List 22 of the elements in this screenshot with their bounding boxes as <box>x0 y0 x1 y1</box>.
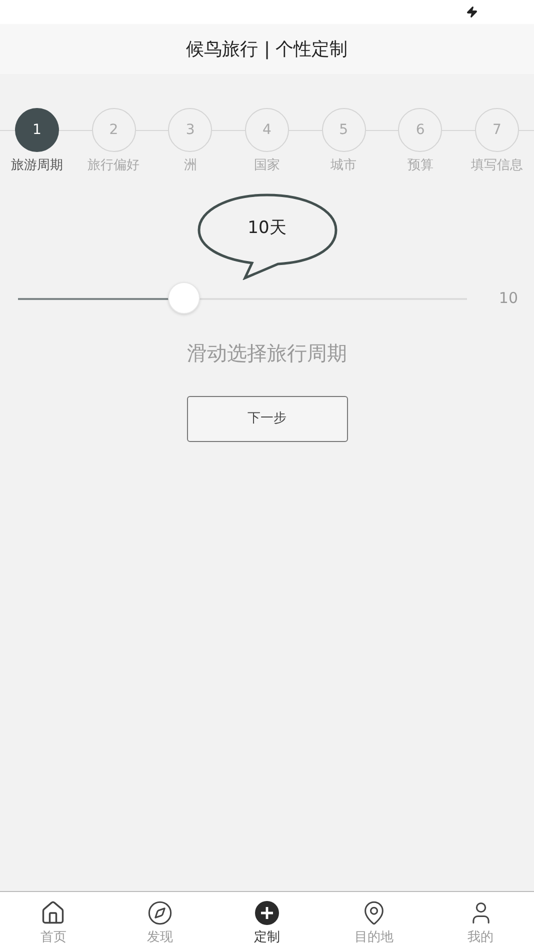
bubble-value: 10天 <box>248 216 286 240</box>
slider-thumb[interactable] <box>168 282 200 314</box>
step-label: 城市 <box>330 157 357 175</box>
step-label: 洲 <box>184 157 197 175</box>
plus-circle-icon <box>254 900 280 926</box>
flash-icon <box>466 6 478 18</box>
step-label: 预算 <box>407 157 434 175</box>
step-label: 旅游周期 <box>11 157 63 175</box>
max-value: 10 <box>498 288 518 310</box>
nav-tab[interactable]: 定制 <box>214 892 320 952</box>
page-title: 候鸟旅行 | 个性定制 <box>186 38 348 62</box>
step-label: 旅行偏好 <box>88 157 140 175</box>
home-icon <box>40 900 66 926</box>
slider-hint: 滑动选择旅行周期 <box>187 340 347 366</box>
step-label: 填写信息 <box>470 157 523 175</box>
compass-icon <box>147 900 174 926</box>
nav-tab[interactable]: 我的 <box>427 892 534 952</box>
next-button[interactable]: 下一步 <box>186 396 348 442</box>
nav-tab[interactable]: 首页 <box>0 892 107 952</box>
nav-tab[interactable]: 发现 <box>106 892 214 952</box>
step-label: 国家 <box>254 157 280 175</box>
nav-tab[interactable]: 目的地 <box>320 892 428 952</box>
